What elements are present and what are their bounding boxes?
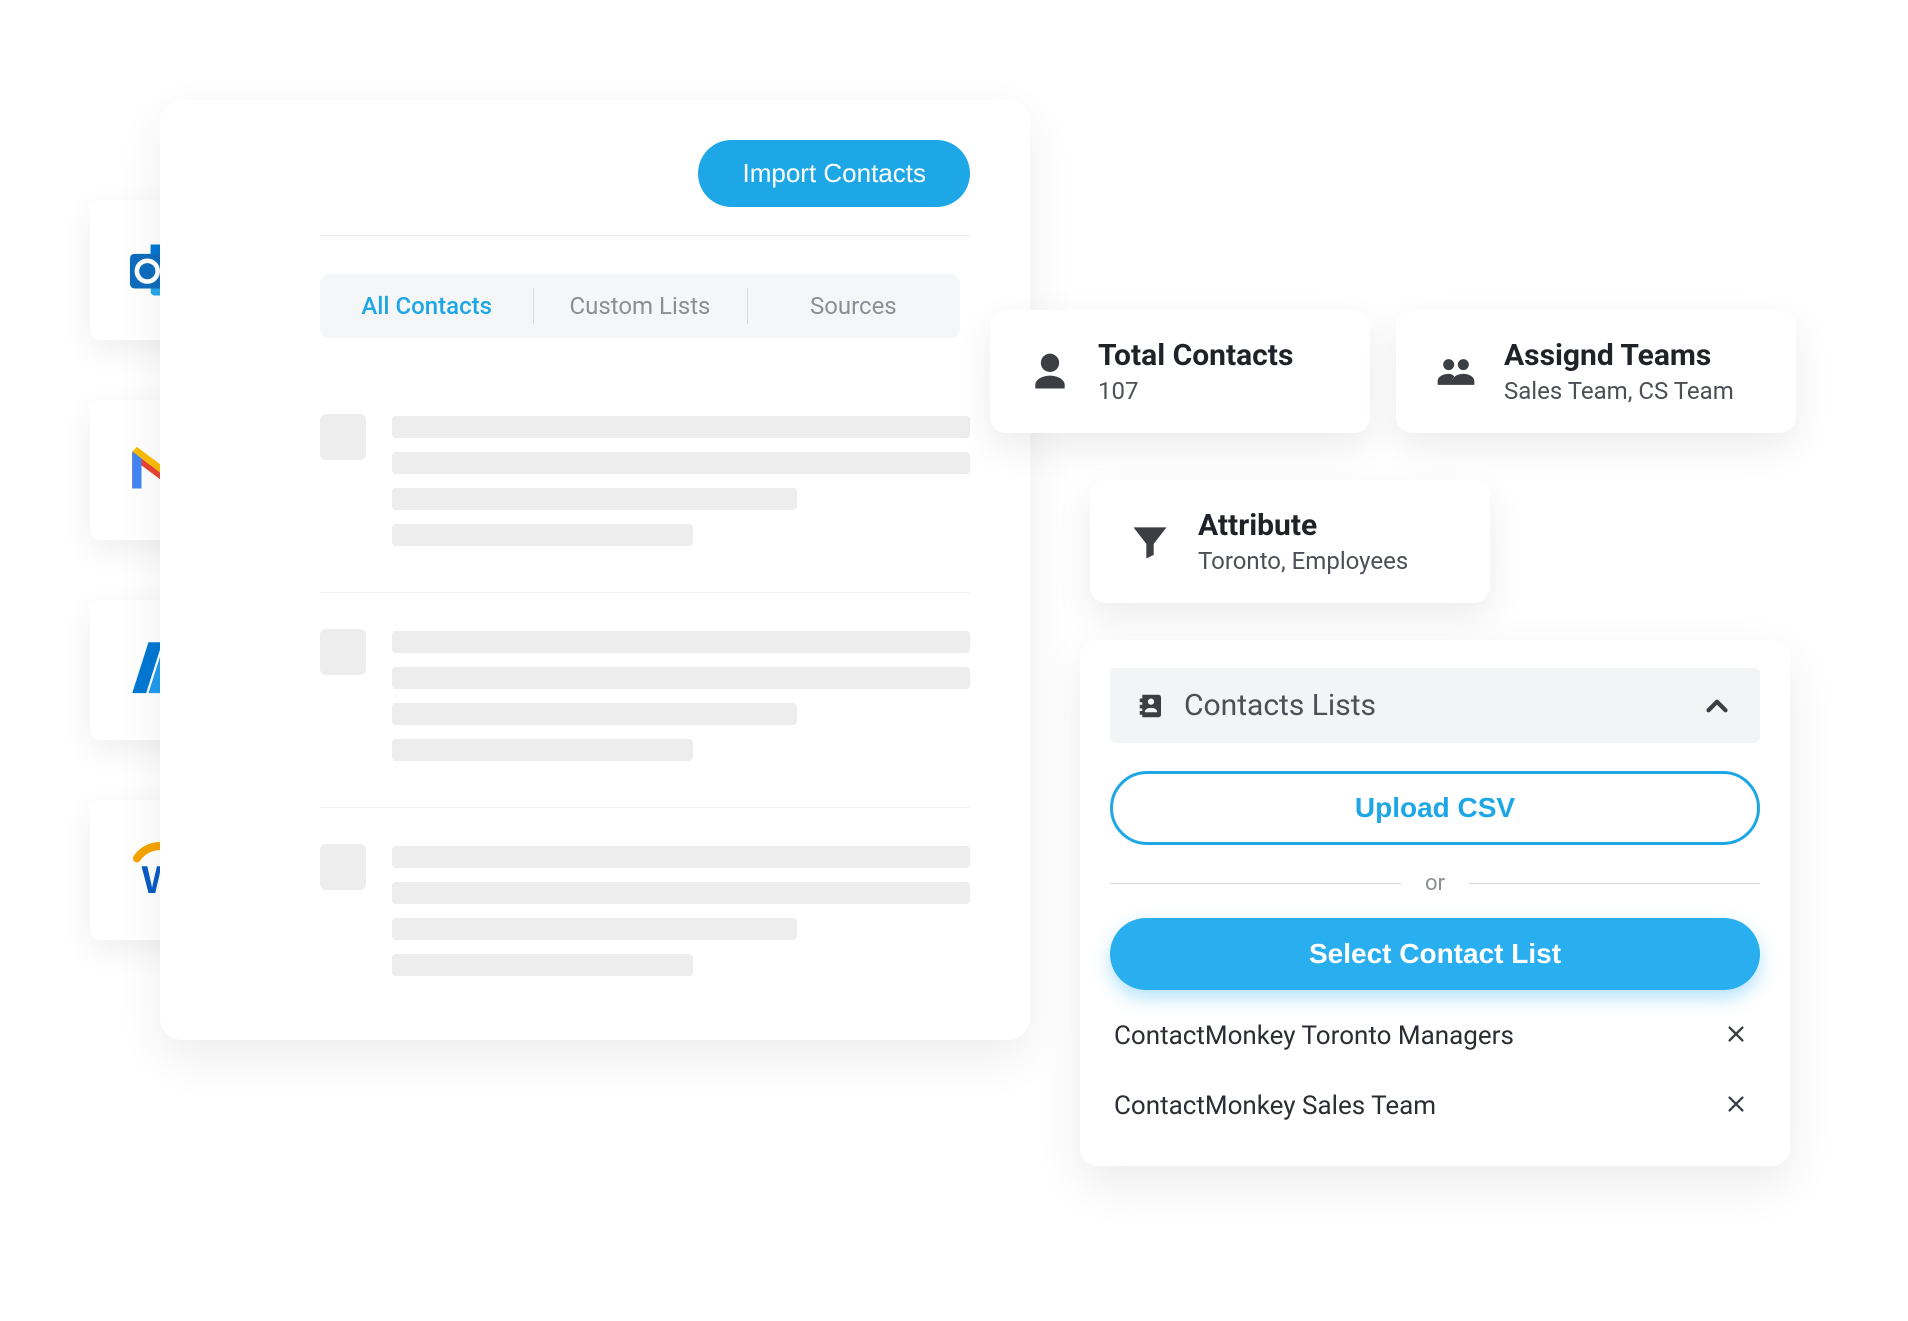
funnel-icon — [1128, 520, 1172, 564]
contacts-panel: Import Contacts All Contacts Custom List… — [160, 100, 1030, 1040]
card-assigned-teams: Assignd Teams Sales Team, CS Team — [1396, 310, 1796, 433]
list-item — [320, 808, 970, 1022]
card-value: Toronto, Employees — [1198, 547, 1408, 575]
upload-csv-button[interactable]: Upload CSV — [1110, 771, 1760, 845]
or-label: or — [1425, 871, 1445, 896]
card-value: 107 — [1098, 377, 1293, 405]
contacts-lists-header[interactable]: Contacts Lists — [1110, 668, 1760, 743]
tab-custom-lists[interactable]: Custom Lists — [533, 274, 746, 338]
skeleton-line — [392, 846, 970, 868]
close-icon — [1725, 1023, 1747, 1045]
skeleton-line — [392, 488, 797, 510]
address-book-icon — [1136, 691, 1166, 721]
tab-sources[interactable]: Sources — [747, 274, 960, 338]
list-item-name: ContactMonkey Toronto Managers — [1114, 1021, 1698, 1051]
remove-list-button[interactable] — [1716, 1086, 1756, 1126]
skeleton-avatar — [320, 844, 366, 890]
list-item-name: ContactMonkey Sales Team — [1114, 1091, 1698, 1121]
close-icon — [1725, 1093, 1747, 1115]
card-value: Sales Team, CS Team — [1504, 377, 1734, 405]
skeleton-line — [392, 416, 970, 438]
contacts-tabs: All Contacts Custom Lists Sources — [320, 274, 960, 338]
selected-list-item: ContactMonkey Sales Team — [1110, 1060, 1760, 1130]
skeleton-line — [392, 524, 693, 546]
card-attribute: Attribute Toronto, Employees — [1090, 480, 1490, 603]
or-divider: or — [1110, 871, 1760, 896]
card-title: Assignd Teams — [1504, 338, 1734, 373]
card-title: Attribute — [1198, 508, 1408, 543]
import-contacts-button[interactable]: Import Contacts — [698, 140, 970, 207]
contacts-lists-panel: Contacts Lists Upload CSV or Select Cont… — [1080, 640, 1790, 1166]
select-contact-list-button[interactable]: Select Contact List — [1110, 918, 1760, 990]
card-title: Total Contacts — [1098, 338, 1293, 373]
skeleton-line — [392, 882, 970, 904]
skeleton-line — [392, 452, 970, 474]
skeleton-line — [392, 667, 970, 689]
skeleton-avatar — [320, 629, 366, 675]
person-icon — [1028, 350, 1072, 394]
chevron-up-icon — [1700, 689, 1734, 723]
skeleton-avatar — [320, 414, 366, 460]
skeleton-line — [392, 918, 797, 940]
card-total-contacts: Total Contacts 107 — [990, 310, 1370, 433]
skeleton-line — [392, 703, 797, 725]
selected-list-item: ContactMonkey Toronto Managers — [1110, 990, 1760, 1060]
tab-all-contacts[interactable]: All Contacts — [320, 274, 533, 338]
skeleton-line — [392, 631, 970, 653]
group-icon — [1434, 350, 1478, 394]
list-item — [320, 593, 970, 808]
list-item — [320, 378, 970, 593]
divider — [320, 235, 970, 236]
contacts-skeleton-list — [320, 378, 970, 1022]
skeleton-line — [392, 954, 693, 976]
skeleton-line — [392, 739, 693, 761]
lists-header-title: Contacts Lists — [1184, 688, 1682, 723]
remove-list-button[interactable] — [1716, 1016, 1756, 1056]
